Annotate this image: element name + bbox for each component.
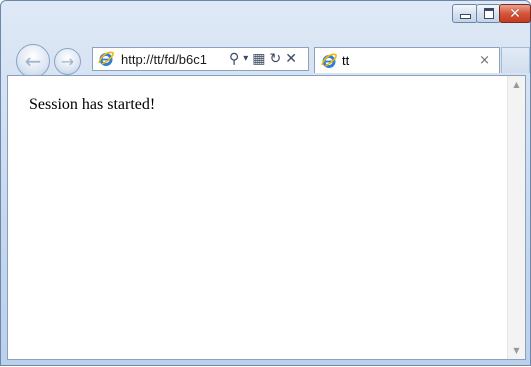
page-body-text: Session has started! <box>29 96 156 113</box>
ie-logo-icon <box>98 51 114 66</box>
tab-title: tt <box>342 53 350 68</box>
dropdown-icon[interactable]: ▾ <box>243 51 248 67</box>
page-content: Session has started! ▲ ▼ <box>7 75 526 360</box>
forward-button[interactable]: → <box>54 48 81 75</box>
back-arrow-icon: ← <box>24 49 42 73</box>
scroll-down-icon[interactable]: ▼ <box>508 342 525 359</box>
maximize-button[interactable] <box>476 4 501 23</box>
browser-window: ✕ ← → http://tt/fd/b6c1 ⚲ ▾ ▦ ↻ ✕ tt × S… <box>0 0 531 366</box>
compatibility-view-icon[interactable]: ▦ <box>252 51 265 67</box>
address-bar-controls: ⚲ ▾ ▦ ↻ ✕ <box>229 51 297 67</box>
tab-favicon-icon <box>321 53 337 68</box>
refresh-icon[interactable]: ↻ <box>270 51 282 67</box>
vertical-scrollbar[interactable]: ▲ ▼ <box>507 76 525 359</box>
close-icon: ✕ <box>509 5 521 22</box>
title-bar: ✕ <box>1 1 531 41</box>
address-bar[interactable]: http://tt/fd/b6c1 ⚲ ▾ ▦ ↻ ✕ <box>92 47 309 71</box>
back-button[interactable]: ← <box>16 44 50 78</box>
url-text[interactable]: http://tt/fd/b6c1 <box>121 52 223 67</box>
minimize-icon <box>459 14 471 19</box>
search-icon[interactable]: ⚲ <box>229 51 239 67</box>
close-window-button[interactable]: ✕ <box>499 4 531 23</box>
minimize-button[interactable] <box>452 4 478 23</box>
tab-close-icon[interactable]: × <box>479 53 490 68</box>
new-tab-button[interactable] <box>501 47 530 73</box>
forward-arrow-icon: → <box>60 51 75 71</box>
stop-icon[interactable]: ✕ <box>285 51 297 67</box>
scroll-up-icon[interactable]: ▲ <box>508 76 525 93</box>
tab-active[interactable]: tt × <box>314 47 500 73</box>
maximize-icon <box>483 8 494 19</box>
